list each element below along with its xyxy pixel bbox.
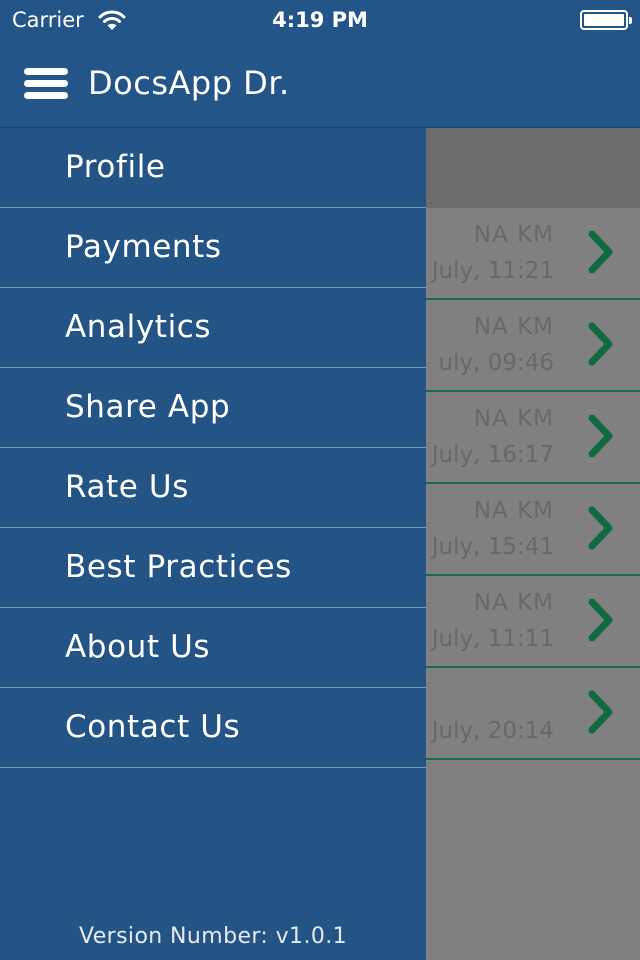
timestamp-text: July, 11:21 [431, 258, 554, 284]
drawer-item-payments[interactable]: Payments [0, 208, 426, 288]
drawer-item-about-us[interactable]: About Us [0, 608, 426, 688]
navigation-bar: Carrier 4:19 PM DocsApp Dr. [0, 0, 640, 128]
distance-text: NA KM [473, 222, 554, 248]
distance-text: NA KM [473, 406, 554, 432]
timestamp-text: uly, 09:46 [438, 350, 554, 376]
drawer-item-label: Rate Us [65, 469, 189, 505]
chevron-right-icon [588, 414, 613, 458]
chevron-right-icon [588, 598, 613, 642]
distance-text: NA KM [473, 590, 554, 616]
version-label: Version Number: v1.0.1 [78, 924, 348, 949]
drawer-item-label: Analytics [65, 309, 212, 345]
app-title: DocsApp Dr. [88, 64, 290, 102]
drawer-item-profile[interactable]: Profile [0, 128, 426, 208]
drawer-item-contact-us[interactable]: Contact Us [0, 688, 426, 768]
timestamp-text: July, 15:41 [431, 534, 554, 560]
drawer-item-label: Share App [65, 389, 231, 425]
drawer-item-label: Payments [65, 229, 222, 265]
status-bar: Carrier 4:19 PM [0, 0, 640, 40]
timestamp-text: 5 July, 11:11 [409, 626, 554, 652]
drawer-item-analytics[interactable]: Analytics [0, 288, 426, 368]
chevron-right-icon [588, 230, 613, 274]
drawer-item-label: About Us [65, 629, 211, 665]
distance-text: NA KM [473, 498, 554, 524]
chevron-right-icon [588, 506, 613, 550]
clock-label: 4:19 PM [272, 8, 368, 32]
menu-icon[interactable] [24, 68, 68, 100]
battery-icon [580, 10, 632, 30]
chevron-right-icon [588, 690, 613, 734]
drawer-item-label: Best Practices [65, 549, 292, 585]
drawer-item-label: Contact Us [65, 709, 241, 745]
drawer-item-best-practices[interactable]: Best Practices [0, 528, 426, 608]
drawer-item-share-app[interactable]: Share App [0, 368, 426, 448]
chevron-right-icon [588, 322, 613, 366]
distance-text: NA KM [473, 314, 554, 340]
drawer-item-label: Profile [65, 149, 166, 185]
side-drawer: Profile Payments Analytics Share App Rat… [0, 128, 426, 960]
drawer-item-rate-us[interactable]: Rate Us [0, 448, 426, 528]
timestamp-text: July, 20:14 [431, 718, 554, 744]
timestamp-text: July, 16:17 [431, 442, 554, 468]
